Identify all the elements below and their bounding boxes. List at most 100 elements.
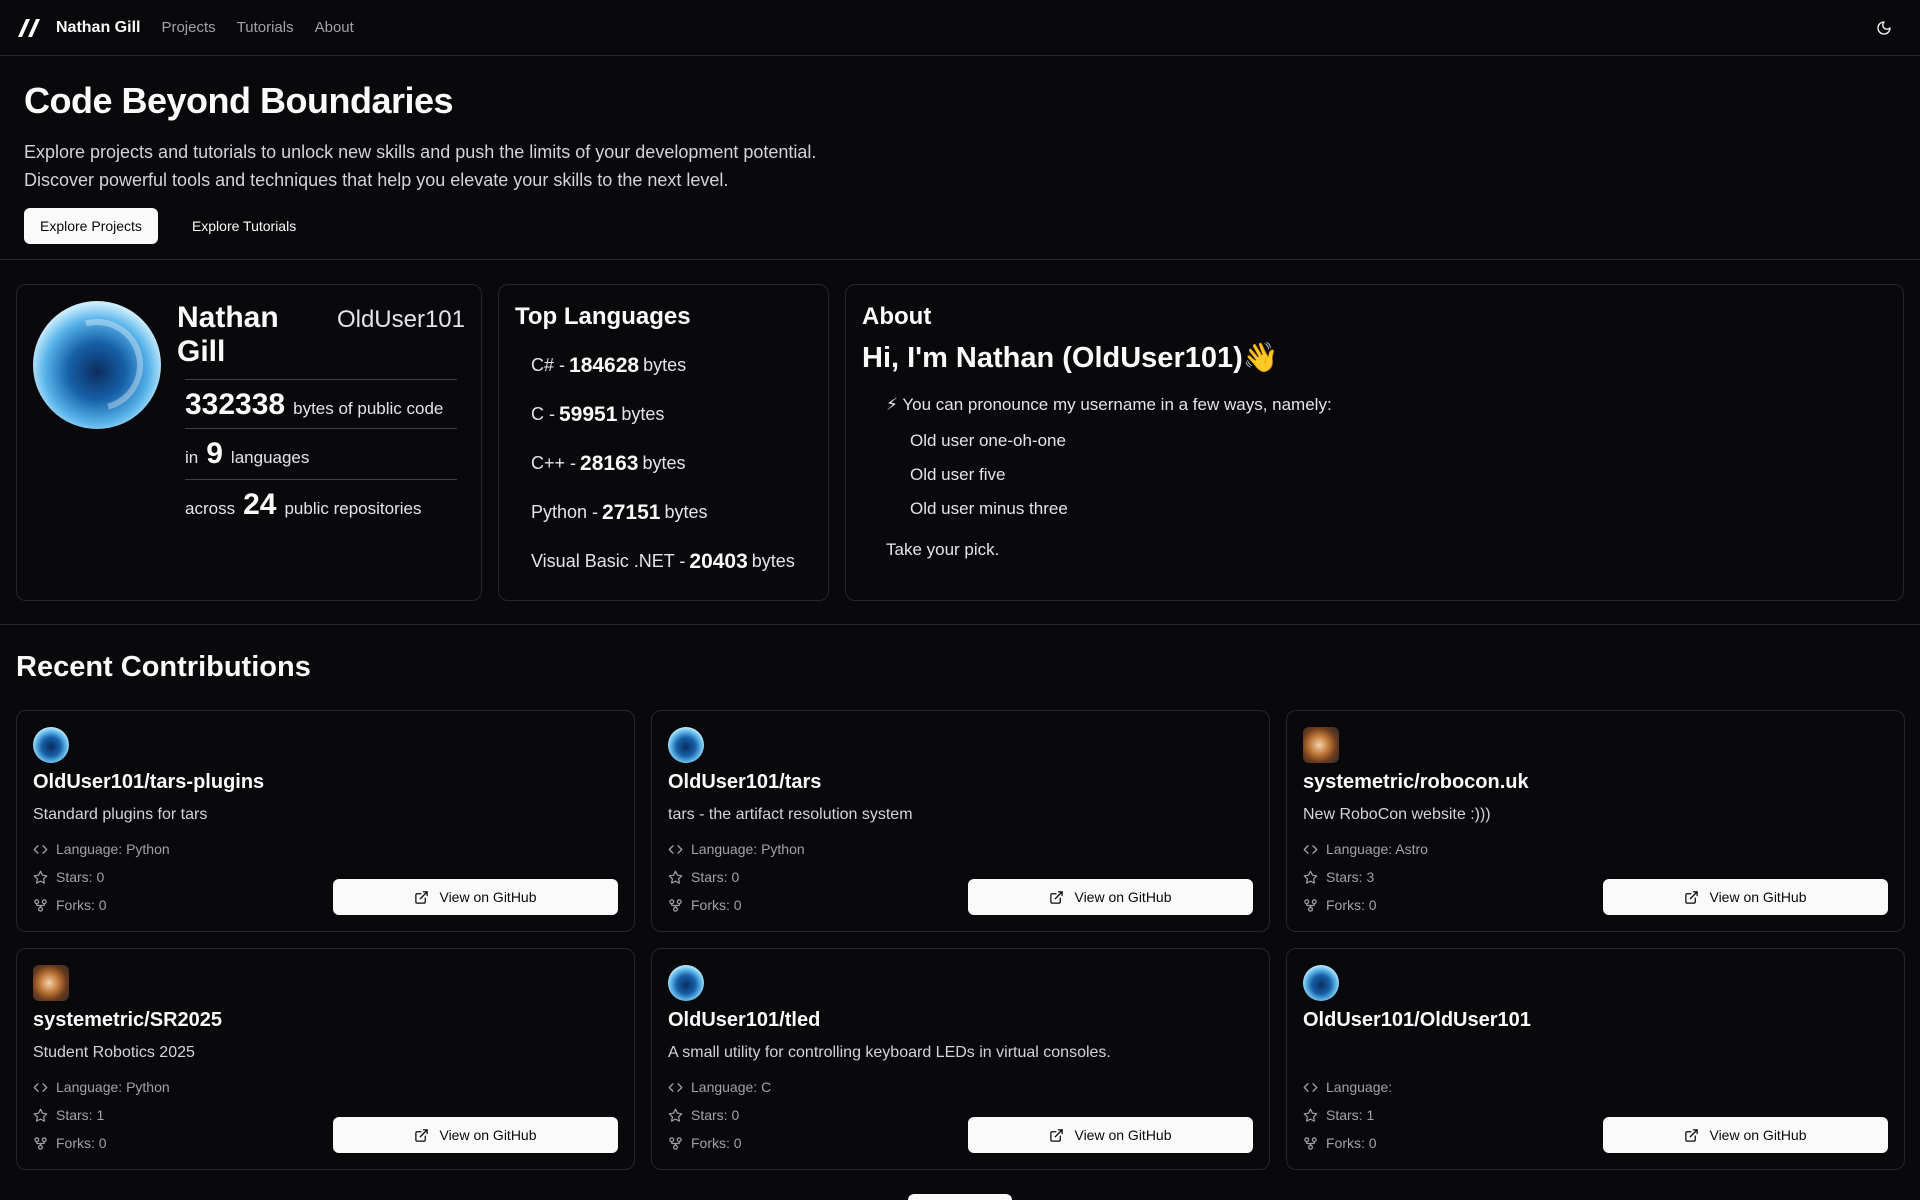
nav-link-tutorials[interactable]: Tutorials: [237, 19, 294, 36]
stat-languages: in 9 languages: [185, 429, 465, 479]
repo-description: A small utility for controlling keyboard…: [668, 1044, 1111, 1061]
code-icon: [668, 1082, 683, 1092]
repo-description: Standard plugins for tars: [33, 806, 208, 823]
view-on-github-button[interactable]: View on GitHub: [968, 1117, 1253, 1153]
language-unit: bytes: [642, 453, 686, 473]
recent-contributions-title: Recent Contributions: [16, 651, 311, 683]
stat-bytes-label: bytes of public code: [293, 399, 444, 418]
repo-owner-avatar: [33, 727, 69, 763]
view-on-github-label: View on GitHub: [1074, 889, 1172, 905]
brand-name[interactable]: Nathan Gill: [56, 19, 140, 37]
external-link-icon: [1685, 1128, 1699, 1142]
stat-repos-label: public repositories: [284, 499, 422, 518]
hero-buttons: Explore Projects Explore Tutorials: [24, 208, 1896, 244]
view-on-github-label: View on GitHub: [1709, 1127, 1807, 1143]
view-on-github-button[interactable]: View on GitHub: [1603, 1117, 1888, 1153]
profile-info: Nathan Gill OldUser101 332338 bytes of p…: [177, 301, 465, 584]
explore-tutorials-button[interactable]: Explore Tutorials: [176, 208, 312, 244]
repo-stars-text: Stars: 1: [56, 1107, 105, 1123]
external-link-icon: [1050, 890, 1064, 904]
repo-owner-avatar: [33, 965, 69, 1001]
code-icon: [668, 844, 683, 854]
language-item: C++ -28163 bytes: [531, 439, 812, 488]
profile-card: Nathan Gill OldUser101 332338 bytes of p…: [16, 284, 482, 601]
site-logo-icon[interactable]: [16, 18, 42, 38]
repo-language: Language: C: [668, 1073, 1253, 1101]
repo-card: OldUser101/tars-plugins Standard plugins…: [16, 710, 635, 932]
view-on-github-button[interactable]: View on GitHub: [333, 1117, 618, 1153]
stat-languages-label: languages: [230, 448, 310, 467]
repo-forks-text: Forks: 0: [56, 897, 107, 913]
repo-language-text: Language: Python: [691, 841, 805, 857]
language-bytes: 28163: [580, 451, 639, 475]
stat-bytes: 332338 bytes of public code: [185, 380, 465, 428]
repo-stars-text: Stars: 0: [691, 1107, 740, 1123]
language-unit: bytes: [621, 404, 665, 424]
fork-icon: [1304, 1136, 1317, 1150]
repo-owner-avatar: [1303, 965, 1339, 1001]
stat-repos-prefix: across: [185, 499, 236, 518]
repo-language-text: Language: Astro: [1326, 841, 1428, 857]
language-name: C++ -: [531, 453, 577, 473]
language-unit: bytes: [751, 551, 795, 571]
repo-card: OldUser101/tled A small utility for cont…: [651, 948, 1270, 1170]
repo-name: OldUser101/tars-plugins: [33, 771, 265, 793]
repo-stars-text: Stars: 0: [691, 869, 740, 885]
load-more-button[interactable]: [908, 1194, 1012, 1200]
view-on-github-button[interactable]: View on GitHub: [1603, 879, 1888, 915]
code-icon: [1303, 1082, 1318, 1092]
repo-forks-text: Forks: 0: [691, 1135, 742, 1151]
language-unit: bytes: [643, 355, 687, 375]
view-on-github-label: View on GitHub: [1074, 1127, 1172, 1143]
external-link-icon: [1685, 890, 1699, 904]
repo-card: OldUser101/OldUser101 Language: Stars: 1…: [1286, 948, 1905, 1170]
repo-language: Language: Python: [33, 1073, 618, 1101]
stats-row: Nathan Gill OldUser101 332338 bytes of p…: [0, 260, 1920, 625]
repo-language: Language: Astro: [1303, 835, 1888, 863]
fork-icon: [669, 1136, 682, 1150]
nav-link-about[interactable]: About: [315, 19, 354, 36]
stat-repos: across 24 public repositories: [185, 480, 465, 522]
stat-bytes-value: 332338: [185, 388, 286, 421]
about-closing: Take your pick.: [886, 540, 1000, 559]
about-card: About Hi, I'm Nathan (OldUser101)👋 ⚡ You…: [845, 284, 1904, 601]
nav-link-projects[interactable]: Projects: [161, 19, 215, 36]
repo-grid: OldUser101/tars-plugins Standard plugins…: [16, 710, 1905, 1170]
hero-title: Code Beyond Boundaries: [24, 80, 454, 121]
top-nav: Nathan Gill Projects Tutorials About: [0, 0, 1920, 56]
profile-name-row: Nathan Gill OldUser101: [177, 301, 465, 369]
language-unit: bytes: [664, 502, 708, 522]
code-icon: [1303, 844, 1318, 854]
stat-languages-prefix: in: [185, 448, 199, 467]
repo-stars-text: Stars: 1: [1326, 1107, 1375, 1123]
code-icon: [33, 1082, 48, 1092]
star-icon: [1303, 870, 1318, 884]
top-languages-title: Top Languages: [515, 303, 691, 330]
theme-toggle-moon-icon[interactable]: [1876, 20, 1892, 36]
language-bytes: 27151: [602, 500, 661, 524]
repo-owner-avatar: [1303, 727, 1339, 763]
repo-language: Language: Python: [668, 835, 1253, 863]
external-link-icon: [415, 890, 429, 904]
about-title: About: [862, 303, 932, 330]
repo-description: Student Robotics 2025: [33, 1044, 195, 1061]
language-bytes: 59951: [559, 402, 618, 426]
view-on-github-button[interactable]: View on GitHub: [968, 879, 1253, 915]
explore-projects-button[interactable]: Explore Projects: [24, 208, 158, 244]
language-item: Python -27151 bytes: [531, 488, 812, 537]
repo-card: systemetric/SR2025 Student Robotics 2025…: [16, 948, 635, 1170]
pronunciation-option: Old user one-oh-one: [910, 431, 1066, 450]
repo-description: tars - the artifact resolution system: [668, 806, 913, 823]
view-on-github-button[interactable]: View on GitHub: [333, 879, 618, 915]
recent-contributions-section: Recent Contributions OldUser101/tars-plu…: [0, 625, 1920, 1170]
external-link-icon: [415, 1128, 429, 1142]
repo-language: Language: Python: [33, 835, 618, 863]
repo-owner-avatar: [668, 965, 704, 1001]
repo-forks-text: Forks: 0: [56, 1135, 107, 1151]
profile-username: OldUser101: [336, 306, 465, 333]
language-name: Visual Basic .NET -: [531, 551, 686, 571]
pronunciation-list: Old user one-oh-one Old user five Old us…: [862, 431, 1887, 533]
language-item: Visual Basic .NET -20403 bytes: [531, 537, 812, 586]
repo-name: OldUser101/OldUser101: [1303, 1009, 1531, 1031]
repo-owner-avatar: [668, 727, 704, 763]
